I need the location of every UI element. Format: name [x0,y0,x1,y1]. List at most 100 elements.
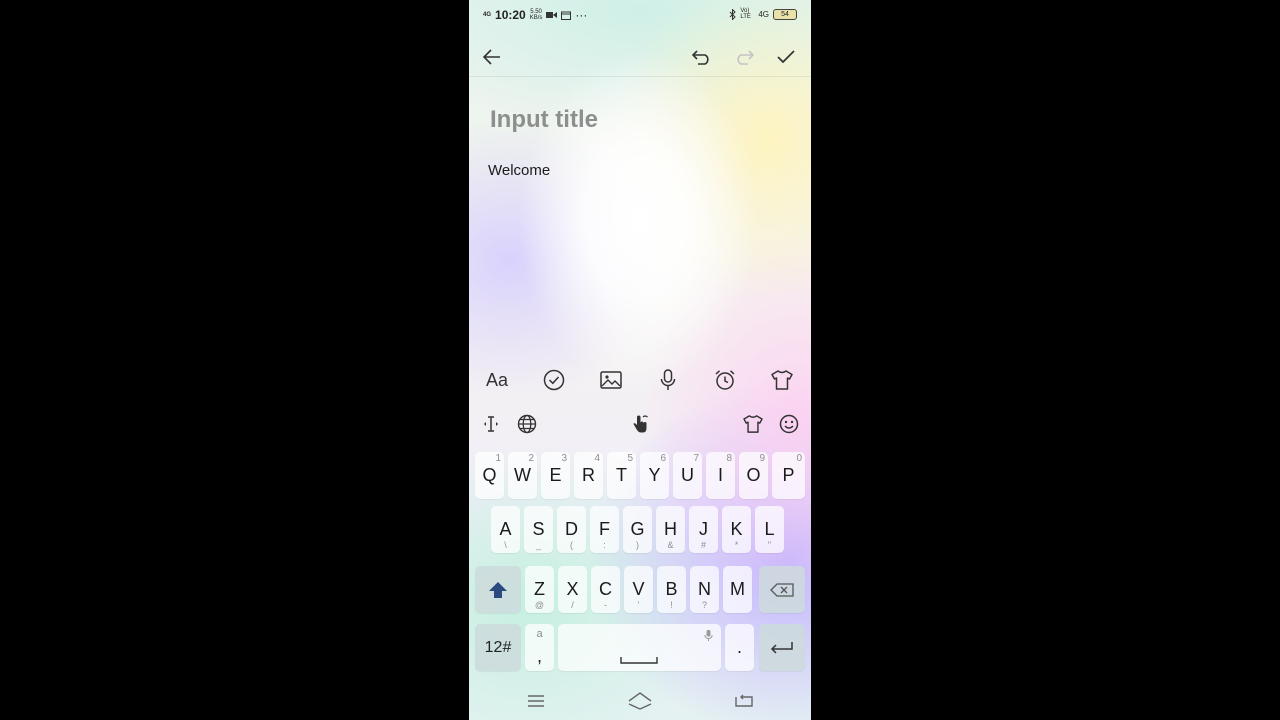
format-toolbar: Aa [469,362,811,398]
key-x-symbol: / [571,600,574,610]
key-p-hint: 0 [796,453,802,464]
key-g[interactable]: G) [623,506,652,553]
key-z[interactable]: Z @ [525,566,554,613]
key-b-label: B [665,579,678,599]
checklist-button[interactable] [540,366,568,394]
space-key[interactable] [558,624,721,671]
key-e[interactable]: E3 [541,452,570,499]
key-v[interactable]: V ' [624,566,653,613]
key-v-symbol: ' [637,600,640,610]
touch-hand-icon [633,415,648,433]
key-a-symbol: \ [504,540,507,550]
key-h[interactable]: H & [656,506,685,553]
voice-note-button[interactable] [654,366,682,394]
cursor-control-button[interactable] [479,412,503,436]
save-button[interactable] [773,44,799,70]
key-m[interactable]: M [723,566,752,613]
comma-key[interactable]: a , [525,624,554,671]
key-r[interactable]: R4 [574,452,603,499]
redo-button[interactable] [731,44,757,70]
status-right: Vo) LTE 4G 54 [729,8,797,20]
font-style-button[interactable]: Aa [483,366,511,394]
key-x[interactable]: X / [558,566,587,613]
backspace-key[interactable] [759,566,805,613]
phone-screen: 4G 10:20 5.50 KB/s ··· Vo) LTE 4G 54 Inp… [469,0,811,720]
key-g-label: G [630,519,645,539]
title-input[interactable] [488,102,792,138]
key-z-symbol: @ [534,600,545,610]
undo-button[interactable] [689,44,715,70]
key-b-symbol: ! [670,600,673,610]
key-e-hint: 3 [561,453,567,464]
key-p[interactable]: P0 [772,452,805,499]
key-j[interactable]: J # [689,506,718,553]
bluetooth-icon [729,8,737,20]
back-nav-button[interactable] [732,690,756,712]
language-button[interactable] [515,412,539,436]
key-f[interactable]: F: [590,506,619,553]
key-c-label: C [599,579,612,599]
key-u-hint: 7 [693,453,699,464]
key-i-label: I [717,465,723,485]
key-k-symbol: * [734,540,739,550]
key-z-label: Z [534,579,545,599]
key-u[interactable]: U7 [673,452,702,499]
key-b[interactable]: B! [657,566,686,613]
key-n-label: N [698,579,711,599]
key-c[interactable]: C- [591,566,620,613]
key-l-symbol: " [767,540,772,550]
more-notifications: ··· [575,8,588,22]
video-camera-icon [546,12,558,18]
network-indicator-right: 4G [758,9,769,19]
tshirt-icon [771,370,793,390]
note-body[interactable]: Welcome [488,162,550,179]
key-q[interactable]: Q1 [475,452,504,499]
note-toolbar [469,36,811,77]
enter-key[interactable] [759,624,805,671]
check-icon [777,50,795,64]
gesture-typing-button[interactable] [628,412,652,436]
microphone-icon [660,369,676,390]
key-t[interactable]: T5 [607,452,636,499]
back-arrow-icon [483,49,500,65]
enter-arrow-icon [770,641,793,654]
menu-nav-button[interactable] [524,690,548,712]
keyboard-skin-button[interactable] [741,412,765,436]
key-x-label: X [566,579,579,599]
emoji-button[interactable] [777,412,801,436]
numbers-key[interactable]: 12# [475,624,521,671]
key-o[interactable]: O9 [739,452,768,499]
keyboard-toolbar [469,408,811,440]
network-speed: 5.50 KB/s [530,9,543,21]
tshirt-icon [743,415,763,433]
key-s[interactable]: S _ [524,506,553,553]
key-w[interactable]: W2 [508,452,537,499]
reminder-button[interactable] [711,366,739,394]
key-n-symbol: ? [701,600,707,610]
key-d[interactable]: D( [557,506,586,553]
period-key[interactable]: . [725,624,754,671]
status-left: 4G 10:20 5.50 KB/s ··· [483,8,587,22]
back-button[interactable] [479,44,505,70]
key-y[interactable]: Y6 [640,452,669,499]
key-r-label: R [582,465,595,485]
home-nav-button[interactable] [628,690,652,712]
key-h-symbol: & [667,540,674,550]
key-a[interactable]: A \ [491,506,520,553]
shift-key[interactable] [475,566,521,613]
key-h-label: H [664,519,677,539]
undo-icon [692,50,709,65]
key-k[interactable]: K * [722,506,751,553]
key-u-label: U [681,465,694,485]
smiley-icon [779,414,799,434]
key-i[interactable]: I8 [706,452,735,499]
key-n[interactable]: N? [690,566,719,613]
comma-key-hint: a [536,628,543,640]
key-l[interactable]: L " [755,506,784,553]
text-cursor-icon [484,416,498,432]
home-icon [628,692,652,710]
insert-image-button[interactable] [597,366,625,394]
key-s-symbol: _ [535,540,541,550]
theme-button[interactable] [768,366,796,394]
key-m-label: M [730,579,745,599]
